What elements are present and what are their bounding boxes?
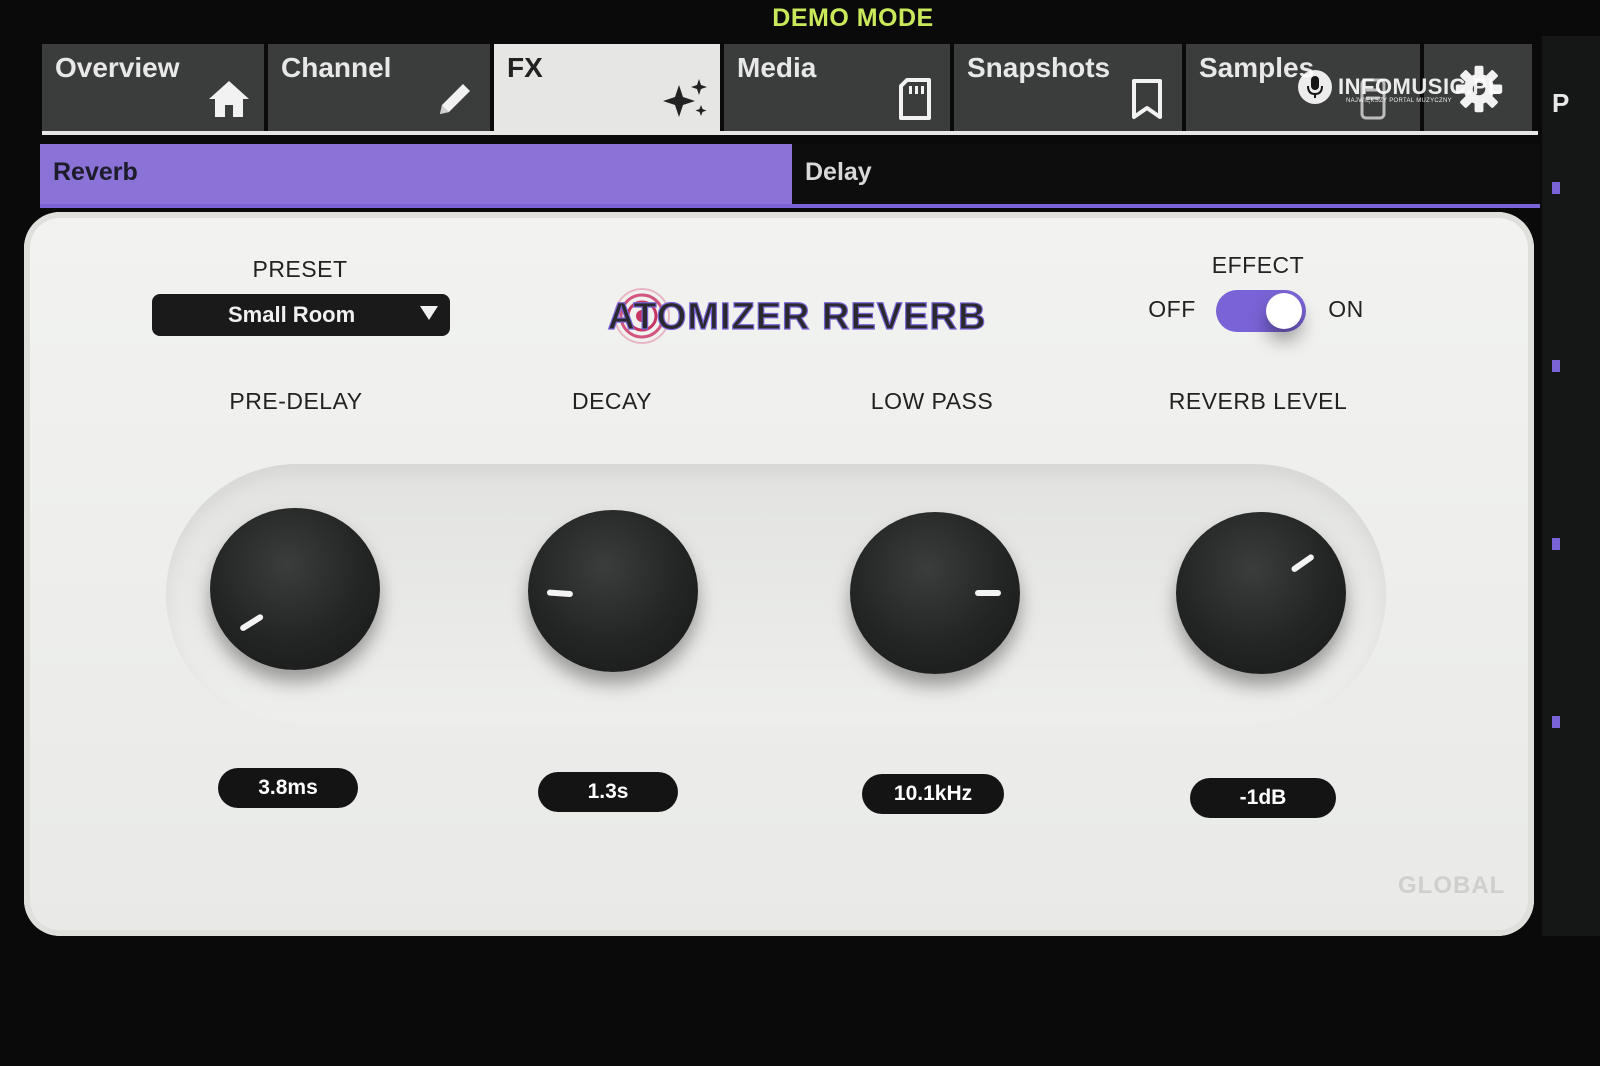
low-pass-label: LOW PASS: [870, 388, 994, 414]
bookmark-icon: [1122, 74, 1172, 124]
tab-channel-label: Channel: [281, 52, 392, 83]
tab-overview[interactable]: Overview: [42, 44, 264, 134]
pre-delay-label: PRE-DELAY: [229, 388, 363, 414]
subtab-underline: [40, 204, 1540, 208]
tab-fx-label: FX: [507, 52, 543, 83]
strip-marker: [1552, 360, 1560, 372]
microphone-logo-icon: [1298, 70, 1332, 104]
decay-value[interactable]: 1.3s: [538, 772, 678, 812]
decay-label: DECAY: [571, 388, 653, 414]
tab-channel[interactable]: Channel: [268, 44, 490, 134]
effect-on-label: ON: [1328, 296, 1364, 322]
knob-pointer: [975, 590, 1001, 596]
low-pass-value[interactable]: 10.1kHz: [862, 774, 1004, 814]
tab-samples-label: Samples: [1199, 52, 1315, 83]
subtab-reverb[interactable]: Reverb: [40, 144, 792, 204]
tab-snapshots[interactable]: Snapshots: [954, 44, 1182, 134]
right-edge-strip[interactable]: P: [1542, 36, 1600, 936]
knob-pointer: [239, 613, 265, 633]
home-icon: [204, 74, 254, 124]
pre-delay-knob[interactable]: [210, 508, 380, 670]
effect-label: EFFECT: [1211, 252, 1305, 278]
sparkles-icon: [660, 74, 710, 124]
effect-off-label: OFF: [1148, 296, 1196, 322]
demo-mode-banner: DEMO MODE: [772, 4, 934, 32]
logo-title: ATOMIZER REVERB: [608, 296, 987, 338]
effect-toggle[interactable]: [1216, 290, 1306, 332]
global-label: GLOBAL: [1398, 872, 1506, 899]
strip-marker: [1552, 538, 1560, 550]
right-strip-letter: P: [1552, 88, 1570, 118]
pencil-icon: [430, 74, 480, 124]
reverb-effect-panel: PRESET Small Room ATOMIZER REVERB EFFECT…: [24, 212, 1534, 936]
atomizer-reverb-logo: ATOMIZER REVERB: [607, 288, 987, 344]
strip-marker: [1552, 716, 1560, 728]
knob-pointer: [546, 589, 574, 598]
reverb-level-knob[interactable]: [1176, 512, 1346, 674]
low-pass-knob[interactable]: [850, 512, 1020, 674]
fx-subtab-bar: Reverb Delay: [40, 144, 1540, 208]
sd-card-icon: [890, 74, 940, 124]
tab-fx[interactable]: FX: [494, 44, 720, 134]
tab-snapshots-label: Snapshots: [967, 52, 1111, 83]
preset-label: PRESET: [252, 256, 348, 282]
tab-bar-underline: [42, 131, 1538, 135]
tab-media[interactable]: Media: [724, 44, 950, 134]
strip-marker: [1552, 182, 1560, 194]
infomusic-watermark: INFOMUSIC.PL NAJWIĘKSZY PORTAL MUZYCZNY: [1298, 70, 1502, 104]
subtab-delay[interactable]: Delay: [792, 144, 1540, 204]
reverb-level-label: REVERB LEVEL: [1168, 388, 1348, 414]
pre-delay-value[interactable]: 3.8ms: [218, 768, 358, 808]
watermark-brand: INFOMUSIC.PL: [1338, 74, 1502, 99]
preset-value: Small Room: [228, 302, 356, 327]
watermark-tagline: NAJWIĘKSZY PORTAL MUZYCZNY: [1346, 98, 1452, 104]
chevron-down-icon: [420, 306, 438, 320]
subtab-reverb-label: Reverb: [53, 158, 138, 186]
knob-pointer: [1290, 553, 1316, 574]
reverb-level-value[interactable]: -1dB: [1190, 778, 1336, 818]
tab-overview-label: Overview: [55, 52, 180, 83]
toggle-knob: [1266, 293, 1302, 329]
preset-dropdown[interactable]: Small Room: [152, 294, 450, 336]
subtab-delay-label: Delay: [805, 158, 872, 186]
tab-media-label: Media: [737, 52, 817, 83]
decay-knob[interactable]: [528, 510, 698, 672]
